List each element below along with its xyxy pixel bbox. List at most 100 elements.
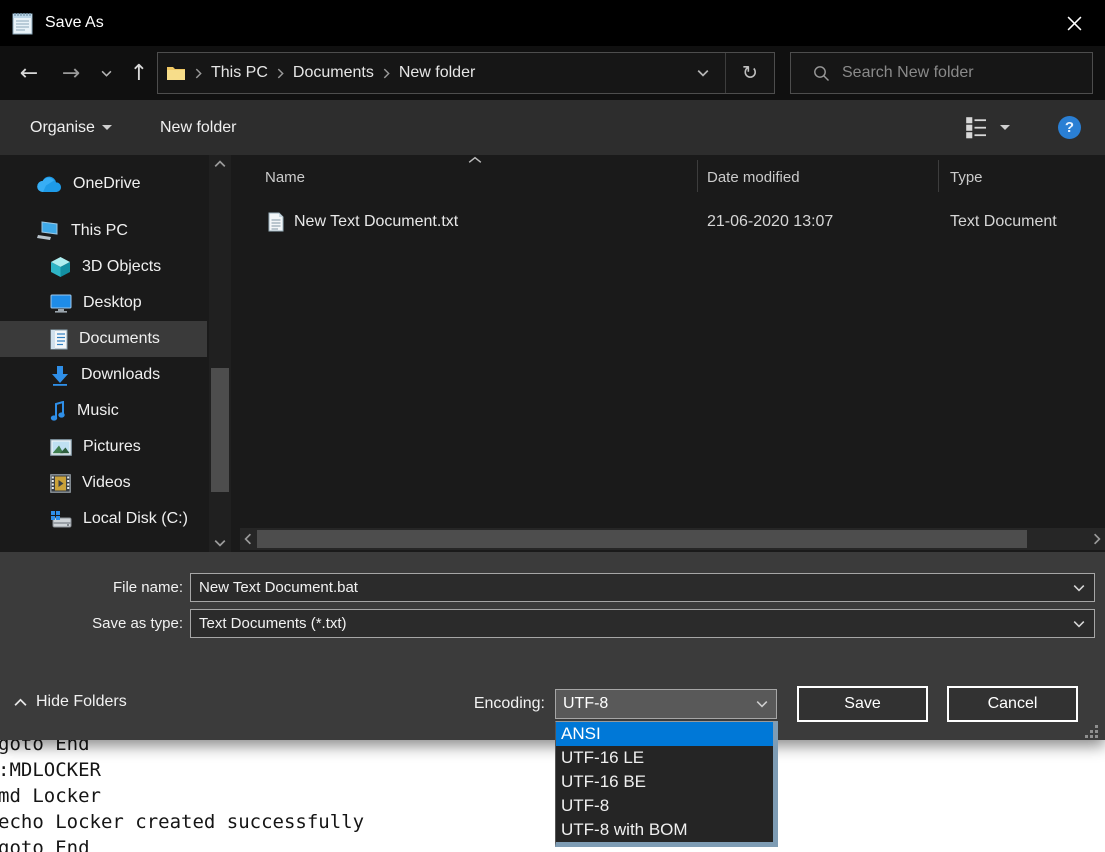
batch-line: goto End	[0, 837, 90, 852]
sidebar-item-music[interactable]: Music	[0, 393, 207, 429]
chevron-down-icon	[697, 70, 709, 77]
refresh-icon: ↻	[742, 62, 758, 84]
screen: goto End:MDLOCKER md Locker echo Locker cr…	[0, 0, 1105, 852]
horizontal-scrollbar-thumb[interactable]	[257, 530, 1027, 548]
file-row[interactable]: New Text Document.txt 21-06-2020 13:07 T…	[240, 205, 1105, 239]
encoding-option-utf16be[interactable]: UTF-16 BE	[556, 770, 773, 794]
up-button[interactable]: ↑	[122, 56, 156, 90]
sidebar-scrollbar-thumb[interactable]	[211, 368, 229, 492]
back-button[interactable]: ←	[12, 56, 46, 90]
window-title: Save As	[45, 14, 104, 31]
scroll-left-icon[interactable]	[240, 528, 256, 550]
forward-icon: →	[61, 60, 81, 86]
column-separator[interactable]	[938, 160, 939, 192]
search-icon	[814, 65, 829, 81]
batch-script-text: goto End:MDLOCKER md Locker echo Locker cr…	[0, 731, 364, 852]
organise-label: Organise	[30, 118, 95, 136]
chevron-down-icon	[101, 125, 112, 130]
encoding-option-utf8-bom[interactable]: UTF-8 with BOM	[556, 818, 773, 842]
desktop-monitor-icon	[50, 294, 72, 313]
sidebar-item-documents[interactable]: Documents	[0, 321, 207, 357]
breadcrumb-chevron-icon	[195, 68, 202, 79]
sidebar-item-pictures[interactable]: Pictures	[0, 429, 207, 465]
notepad-icon	[12, 13, 33, 35]
batch-line: :MDLOCKER	[0, 759, 101, 781]
address-bar-controls: ↻	[681, 53, 774, 93]
breadcrumb-documents[interactable]: Documents	[293, 64, 374, 82]
sidebar-item-videos[interactable]: Videos	[0, 465, 207, 501]
sidebar-scrollbar[interactable]	[209, 155, 231, 552]
help-button[interactable]: ?	[1058, 100, 1081, 155]
close-icon	[1067, 16, 1081, 30]
sidebar-item-this-pc[interactable]: This PC	[0, 213, 207, 249]
scroll-down-icon[interactable]	[209, 534, 231, 552]
search-input[interactable]	[842, 64, 1072, 82]
hide-folders-button[interactable]: Hide Folders	[14, 693, 127, 711]
save-button[interactable]: Save	[797, 686, 928, 722]
column-separator[interactable]	[697, 160, 698, 192]
new-folder-button[interactable]: New folder	[160, 100, 236, 155]
chevron-down-icon[interactable]	[1064, 584, 1094, 592]
sidebar-item-onedrive[interactable]: OneDrive	[0, 166, 207, 202]
column-header-type[interactable]: Type	[950, 158, 983, 196]
save-as-type-select[interactable]: Text Documents (*.txt)	[190, 609, 1095, 638]
file-name: New Text Document.txt	[294, 213, 459, 230]
resize-grip-icon[interactable]	[1082, 722, 1098, 738]
text-file-icon	[268, 212, 284, 232]
sidebar-item-label: 3D Objects	[82, 258, 162, 275]
view-mode-dropdown[interactable]	[1000, 100, 1010, 155]
cube-3d-icon	[51, 257, 70, 277]
sidebar-item-local-disk-c[interactable]: Local Disk (C:)	[0, 501, 207, 537]
file-date-modified: 21-06-2020 13:07	[707, 213, 834, 230]
close-button[interactable]	[1051, 0, 1097, 46]
breadcrumb-chevron-icon	[383, 68, 390, 79]
encoding-value: UTF-8	[563, 695, 609, 712]
command-toolbar: Organise New folder ?	[0, 100, 1105, 155]
hide-folders-label: Hide Folders	[36, 693, 127, 710]
encoding-option-utf16le[interactable]: UTF-16 LE	[556, 746, 773, 770]
address-bar[interactable]: This PC Documents New folder ↻	[157, 52, 775, 94]
encoding-select[interactable]: UTF-8	[555, 689, 777, 719]
hard-disk-icon	[51, 510, 72, 527]
chevron-down-icon	[101, 70, 111, 77]
sidebar-item-label: Videos	[82, 474, 131, 491]
save-button-label: Save	[844, 695, 881, 712]
onedrive-icon	[37, 176, 62, 192]
address-dropdown-button[interactable]	[681, 69, 725, 77]
sidebar-item-downloads[interactable]: Downloads	[0, 357, 207, 393]
breadcrumb-new-folder[interactable]: New folder	[399, 64, 475, 82]
organise-menu-button[interactable]: Organise	[30, 100, 112, 155]
save-as-type-label: Save as type:	[92, 615, 183, 632]
titlebar: Save As	[0, 0, 1105, 46]
save-as-type-value: Text Documents (*.txt)	[199, 615, 347, 632]
batch-line: md Locker	[0, 785, 101, 807]
file-name-combobox	[190, 573, 1095, 602]
back-icon: ←	[19, 60, 39, 86]
scroll-up-icon[interactable]	[209, 155, 231, 173]
sidebar-item-label: Pictures	[83, 438, 141, 455]
view-mode-button[interactable]	[966, 100, 988, 155]
sidebar-item-3d-objects[interactable]: 3D Objects	[0, 249, 207, 285]
sidebar-item-label: Local Disk (C:)	[83, 510, 188, 527]
recent-locations-button[interactable]	[94, 56, 118, 90]
scroll-right-icon[interactable]	[1089, 528, 1105, 550]
save-options-panel: File name: Save as type: Text Documents …	[0, 552, 1105, 740]
column-header-date-modified[interactable]: Date modified	[707, 158, 800, 196]
encoding-option-utf8[interactable]: UTF-8	[556, 794, 773, 818]
forward-button[interactable]: →	[54, 56, 88, 90]
file-type: Text Document	[950, 213, 1057, 230]
navigation-bar: ← → ↑ This PC Documents New folder ↻ Sea…	[0, 46, 1105, 100]
horizontal-scrollbar[interactable]	[240, 528, 1105, 550]
chevron-down-icon	[1064, 620, 1094, 628]
sidebar-item-desktop[interactable]: Desktop	[0, 285, 207, 321]
file-browser: OneDrive This PC 3D Objects Desktop Docu…	[0, 155, 1105, 552]
file-name-input[interactable]	[191, 579, 1064, 596]
chevron-down-icon	[748, 700, 776, 708]
refresh-button[interactable]: ↻	[726, 62, 774, 84]
column-header-name[interactable]: Name	[265, 158, 305, 196]
breadcrumb-this-pc[interactable]: This PC	[211, 64, 268, 82]
encoding-option-ansi[interactable]: ANSI	[556, 722, 773, 746]
cancel-button[interactable]: Cancel	[947, 686, 1078, 722]
computer-icon	[37, 221, 58, 240]
encoding-dropdown-list: ANSI UTF-16 LE UTF-16 BE UTF-8 UTF-8 wit…	[555, 721, 778, 847]
